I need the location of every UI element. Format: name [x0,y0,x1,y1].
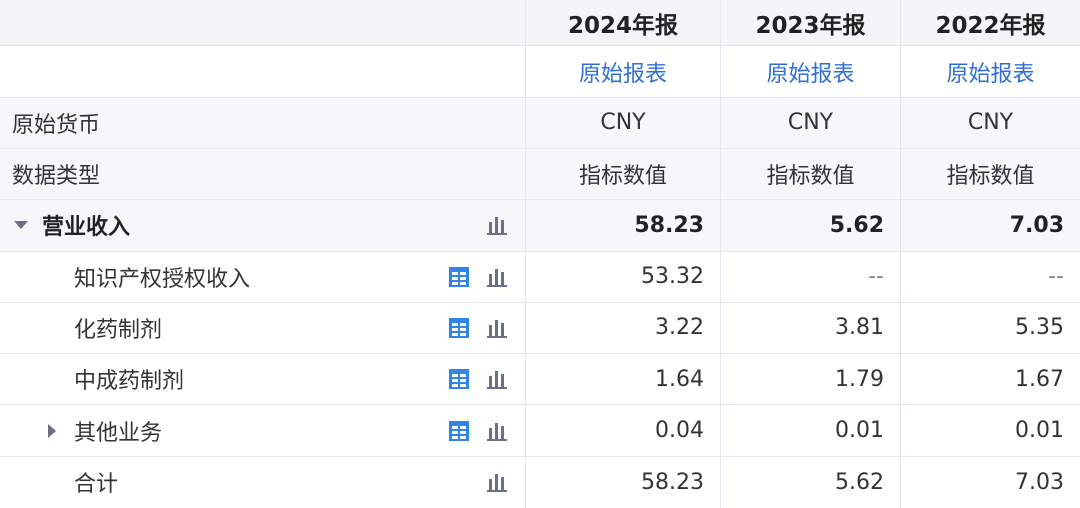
header-blank [0,0,525,45]
col-header-2024: 2024年报 [525,0,720,46]
currency-label: 原始货币 [12,112,101,138]
value-2022: 1.67 [900,354,1080,405]
row-label: 其他业务 [74,420,163,446]
value-2023: 0.01 [720,405,900,456]
value-2024: 53.32 [525,251,720,302]
bar-chart-icon[interactable] [485,419,509,443]
data-type-2023: 指标数值 [720,148,900,200]
expand-caret-icon[interactable] [48,423,56,438]
table-icon[interactable] [447,316,471,340]
value-2024: 58.23 [525,456,720,508]
value-2023: 5.62 [720,200,900,251]
col-header-2023: 2023年报 [720,0,900,46]
table-icon[interactable] [447,367,471,391]
value-2023: 5.62 [720,456,900,508]
original-report-link-2024[interactable]: 原始报表 [579,56,667,88]
value-2024: 0.04 [525,405,720,456]
original-report-link-2022[interactable]: 原始报表 [946,56,1034,88]
bar-chart-icon[interactable] [485,367,509,391]
value-2023: -- [720,251,900,302]
currency-2024: CNY [525,97,720,148]
value-2023: 1.79 [720,354,900,405]
header-row: 2024年报 2023年报 2022年报 [0,0,1080,47]
collapse-caret-icon[interactable] [14,221,28,230]
value-2024: 58.23 [525,200,720,251]
original-report-link-2023[interactable]: 原始报表 [766,56,854,88]
data-type-2024: 指标数值 [525,148,720,200]
col-header-2022: 2022年报 [900,0,1080,46]
table-row: 知识产权授权收入 53.32 -- -- [0,251,1080,303]
row-label: 营业收入 [42,215,131,241]
bar-chart-icon[interactable] [485,316,509,340]
value-2024: 3.22 [525,302,720,354]
row-label: 知识产权授权收入 [74,266,251,292]
data-type-label: 数据类型 [12,164,101,190]
table-row: 中成药制剂 1.64 1.79 1.67 [0,354,1080,406]
financial-table: 2024年报 2023年报 2022年报 原始报表 原始报表 原始报表 原始货币… [0,0,1080,508]
table-row: 化药制剂 3.22 3.81 5.35 [0,302,1080,355]
data-type-2022: 指标数值 [900,148,1080,200]
total-row: 合计 58.23 5.62 7.03 [0,456,1080,508]
data-type-row: 数据类型 指标数值 指标数值 指标数值 [0,148,1080,201]
row-label: 化药制剂 [74,317,163,343]
value-2022: 7.03 [900,200,1080,251]
bar-chart-icon[interactable] [485,213,509,237]
value-2022: -- [900,251,1080,302]
value-2024: 1.64 [525,354,720,405]
currency-row: 原始货币 CNY CNY CNY [0,97,1080,149]
value-2022: 7.03 [900,456,1080,508]
row-label: 合计 [74,472,119,498]
table-row: 其他业务 0.04 0.01 0.01 [0,405,1080,457]
table-icon[interactable] [447,265,471,289]
report-link-row: 原始报表 原始报表 原始报表 [0,46,1080,98]
bar-chart-icon[interactable] [485,265,509,289]
value-2023: 3.81 [720,302,900,354]
row-label: 中成药制剂 [74,369,185,395]
table-row: 营业收入 58.23 5.62 7.03 [0,200,1080,252]
currency-2022: CNY [900,97,1080,148]
table-icon[interactable] [447,419,471,443]
currency-2023: CNY [720,97,900,148]
bar-chart-icon[interactable] [485,470,509,494]
value-2022: 5.35 [900,302,1080,354]
value-2022: 0.01 [900,405,1080,456]
